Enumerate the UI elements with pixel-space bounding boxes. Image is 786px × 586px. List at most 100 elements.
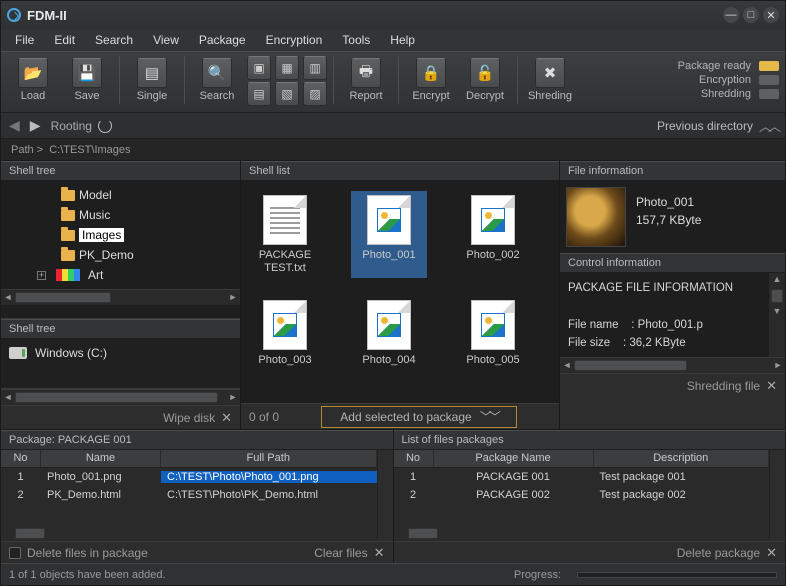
tool-small-2[interactable]: ▤ [247, 82, 271, 106]
tree-node-images[interactable]: Images [21, 225, 240, 245]
menu-edit[interactable]: Edit [46, 31, 83, 49]
file-thumbnail [566, 187, 626, 247]
progress-label: Progress: [514, 569, 561, 581]
status-shredding-label: Shredding [701, 88, 751, 100]
folder-icon [61, 250, 75, 261]
toolbar: 📂Load 💾Save ▤Single 🔍Search ▣ ▤ ▦ ▧ ▥ ▨ … [1, 51, 785, 113]
menu-search[interactable]: Search [87, 31, 141, 49]
menu-view[interactable]: View [145, 31, 187, 49]
package-grid-header: No Name Full Path [1, 450, 377, 468]
shell-list-header: Shell list [241, 161, 559, 181]
close-icon[interactable]: ✕ [766, 378, 777, 394]
image-icon [377, 313, 401, 337]
rooting-button[interactable]: Rooting [51, 119, 112, 133]
image-icon [481, 208, 505, 232]
report-button[interactable]: 🖶Report [340, 56, 392, 110]
packages-h-scrollbar[interactable] [394, 527, 770, 541]
menu-help[interactable]: Help [382, 31, 423, 49]
status-shredding-chip [759, 89, 779, 99]
package-row-1[interactable]: 1 Photo_001.png C:\TEST\Photo\Photo_001.… [1, 468, 377, 486]
maximize-button[interactable]: □ [743, 7, 759, 23]
status-package-ready-chip [759, 61, 779, 71]
prev-directory-button[interactable]: Previous directory ︿︿ [657, 116, 777, 135]
nav-forward-icon[interactable]: ▶ [30, 117, 41, 134]
package-h-scrollbar[interactable] [1, 527, 377, 541]
tree-node-pkdemo[interactable]: PK_Demo [21, 245, 240, 265]
minimize-button[interactable]: — [723, 7, 739, 23]
palette-icon [56, 269, 80, 281]
add-selected-button[interactable]: Add selected to package ﹀﹀ [321, 406, 516, 428]
save-button[interactable]: 💾Save [61, 56, 113, 110]
folder-icon [61, 210, 75, 221]
titlebar: FDM-II — □ ✕ [1, 1, 785, 29]
status-encryption-label: Encryption [699, 74, 751, 86]
menu-tools[interactable]: Tools [334, 31, 378, 49]
selection-count: 0 of 0 [249, 410, 279, 424]
drive-scrollbar[interactable]: ◄► [1, 389, 240, 405]
package-row-2[interactable]: 2 PK_Demo.html C:\TEST\Photo\PK_Demo.htm… [1, 486, 377, 504]
menu-encryption[interactable]: Encryption [258, 31, 331, 49]
file-item-photo-002[interactable]: Photo_002 [455, 191, 531, 278]
shredding-button[interactable]: ✖Shreding [524, 56, 576, 110]
control-info-body: PACKAGE FILE INFORMATION File name : Pho… [560, 273, 785, 357]
drive-tree-header: Shell tree [1, 319, 240, 339]
tree-node-art[interactable]: +Art [21, 265, 240, 285]
drive-windows-c[interactable]: Windows (C:) [9, 343, 232, 363]
single-button[interactable]: ▤Single [126, 56, 178, 110]
refresh-icon [98, 119, 112, 133]
control-h-scrollbar[interactable]: ◄► [560, 357, 785, 373]
decrypt-button[interactable]: 🔓Decrypt [459, 56, 511, 110]
close-icon[interactable]: ✕ [221, 410, 232, 426]
app-window: FDM-II — □ ✕ File Edit Search View Packa… [0, 0, 786, 586]
file-item-photo-003[interactable]: Photo_003 [247, 296, 323, 371]
packages-list-header: List of files packages [394, 430, 786, 450]
tree-node-music[interactable]: Music [21, 205, 240, 225]
load-button[interactable]: 📂Load [7, 56, 59, 110]
menu-file[interactable]: File [7, 31, 42, 49]
delete-files-checkbox[interactable] [9, 547, 21, 559]
disk-icon [9, 347, 27, 359]
tree-scrollbar[interactable]: ◄► [1, 289, 240, 305]
packages-v-scrollbar[interactable] [769, 450, 785, 541]
status-package-ready-label: Package ready [678, 60, 751, 72]
package-header: Package: PACKAGE 001 [1, 430, 393, 450]
search-button[interactable]: 🔍Search [191, 56, 243, 110]
packages-row-2[interactable]: 2 PACKAGE 002 Test package 002 [394, 486, 770, 504]
progress-bar [577, 572, 777, 578]
file-info-size: 157,7 KByte [636, 213, 701, 227]
shredding-file-button[interactable]: Shredding file [687, 379, 760, 393]
clear-files-button[interactable]: Clear files [314, 546, 367, 560]
packages-row-1[interactable]: 1 PACKAGE 001 Test package 001 [394, 468, 770, 486]
package-v-scrollbar[interactable] [377, 450, 393, 541]
packages-grid-header: No Package Name Description [394, 450, 770, 468]
file-item-photo-004[interactable]: Photo_004 [351, 296, 427, 371]
file-item-package-test[interactable]: PACKAGE TEST.txt [247, 191, 323, 278]
app-icon [7, 8, 21, 22]
close-icon[interactable]: ✕ [766, 545, 777, 561]
tree-node-model[interactable]: Model [21, 185, 240, 205]
close-icon[interactable]: ✕ [374, 545, 385, 561]
folder-icon [61, 190, 75, 201]
chevron-down-icon: ﹀﹀ [480, 408, 498, 425]
wipe-disk-button[interactable]: Wipe disk [163, 411, 215, 425]
control-v-scrollbar[interactable]: ▲▼ [769, 273, 785, 357]
close-button[interactable]: ✕ [763, 7, 779, 23]
menu-package[interactable]: Package [191, 31, 254, 49]
chevron-up-icon: ︿︿ [759, 116, 777, 135]
breadcrumb: Path > C:\TEST\Images [1, 139, 785, 161]
file-item-photo-001[interactable]: Photo_001 [351, 191, 427, 278]
tool-small-3[interactable]: ▦ [275, 56, 299, 80]
tool-small-4[interactable]: ▧ [275, 82, 299, 106]
image-icon [377, 208, 401, 232]
encrypt-button[interactable]: 🔒Encrypt [405, 56, 457, 110]
file-item-photo-005[interactable]: Photo_005 [455, 296, 531, 371]
tool-small-5[interactable]: ▥ [303, 56, 327, 80]
delete-files-label: Delete files in package [27, 546, 148, 560]
tool-small-6[interactable]: ▨ [303, 82, 327, 106]
tool-small-1[interactable]: ▣ [247, 56, 271, 80]
folder-icon [61, 230, 75, 241]
expand-icon[interactable]: + [37, 271, 46, 280]
image-icon [273, 313, 297, 337]
nav-back-icon[interactable]: ◀ [9, 117, 20, 134]
delete-package-button[interactable]: Delete package [677, 546, 760, 560]
